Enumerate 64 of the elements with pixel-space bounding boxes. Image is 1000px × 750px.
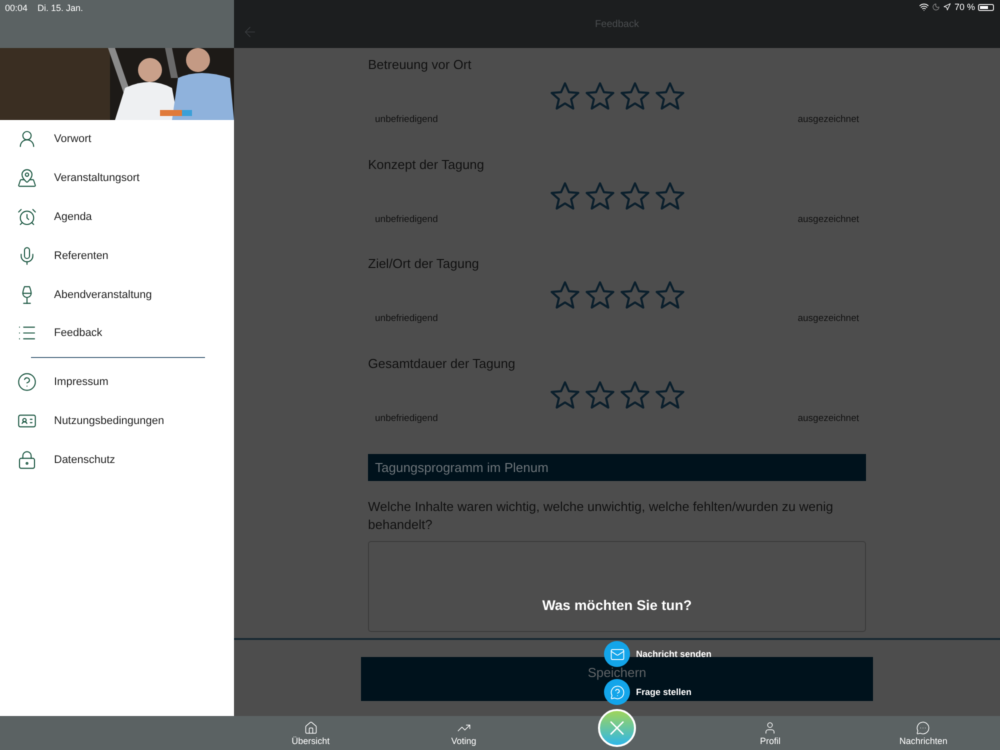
star-icon[interactable] (584, 180, 616, 212)
battery-percent: 70 % (954, 2, 975, 12)
menu-item[interactable]: Nutzungsbedingungen (0, 402, 234, 440)
menu-item[interactable]: Vorwort (0, 120, 234, 159)
scale-high-label: ausgezeichnet (798, 412, 859, 424)
lock-icon (17, 450, 37, 470)
star-icon[interactable] (654, 180, 686, 212)
action-label[interactable]: Frage stellen (636, 687, 692, 697)
status-date: Di. 15. Jan. (38, 3, 84, 13)
rating-title: Betreuung vor Ort (368, 57, 472, 72)
scale-high-label: ausgezeichnet (798, 313, 859, 324)
scale-low-label: unbefriedigend (375, 214, 438, 224)
menu-item[interactable]: Impressum (0, 362, 234, 402)
menu-item[interactable]: Datenschutz (0, 440, 234, 480)
question-icon (610, 684, 624, 700)
star-icon[interactable] (654, 279, 686, 311)
rating-title: Konzept der Tagung (368, 156, 486, 172)
star-icon[interactable] (654, 80, 686, 112)
tab[interactable]: Nachrichten (846, 716, 1000, 750)
user-icon (763, 720, 778, 734)
dialog-title: Was möchten Sie tun? (541, 597, 693, 613)
star-icon[interactable] (584, 80, 616, 112)
star-icon[interactable] (548, 180, 580, 212)
star-icon[interactable] (584, 378, 616, 410)
map-pin-icon (17, 168, 37, 188)
alarm-clock-icon (17, 206, 37, 227)
menu-item[interactable]: Veranstaltungsort (0, 158, 234, 198)
location-icon (943, 3, 952, 11)
scale-low-label: unbefriedigend (375, 412, 438, 424)
moon-icon (932, 3, 940, 11)
status-time: 00:04 (5, 3, 28, 13)
question-text: Welche Inhalte waren wichtig, welche unwichtig, welche fehlten/wurden zu wenig behandelt? (368, 498, 834, 534)
chat-icon (916, 720, 930, 734)
person-icon (17, 129, 37, 150)
star-icon[interactable] (618, 378, 650, 410)
mail-icon (610, 646, 624, 662)
star-icon[interactable] (618, 180, 650, 212)
star-icon[interactable] (618, 80, 650, 112)
section-heading: Tagungsprogramm im Plenum (368, 454, 866, 481)
menu-item[interactable]: Feedback (0, 314, 234, 353)
menu-item[interactable]: Abendveranstaltung (0, 275, 234, 314)
menu-item[interactable]: Agenda (0, 198, 234, 236)
scale-high-label: ausgezeichnet (798, 114, 859, 125)
back-icon[interactable] (242, 24, 258, 40)
rating-title: Gesamtdauer der Tagung (368, 356, 516, 370)
action-label[interactable]: Nachricht senden (636, 649, 712, 659)
star-icon[interactable] (584, 279, 616, 311)
tab[interactable]: Voting (387, 716, 540, 750)
menu-item[interactable]: Referenten (0, 236, 234, 276)
help-icon (17, 372, 37, 392)
wifi-icon (919, 2, 930, 12)
scale-high-label: ausgezeichnet (798, 214, 859, 224)
battery-icon (978, 4, 994, 10)
tab[interactable]: Übersicht (234, 716, 388, 750)
scale-low-label: unbefriedigend (375, 114, 438, 125)
star-icon[interactable] (618, 279, 650, 311)
scale-low-label: unbefriedigend (375, 313, 438, 324)
star-icon[interactable] (548, 80, 580, 112)
home-icon (304, 720, 318, 734)
rating-title: Ziel/Ort der Tagung (368, 256, 480, 271)
star-icon[interactable] (548, 378, 580, 410)
tab[interactable]: Profil (694, 716, 847, 750)
star-icon[interactable] (548, 279, 580, 311)
star-icon[interactable] (654, 378, 686, 410)
